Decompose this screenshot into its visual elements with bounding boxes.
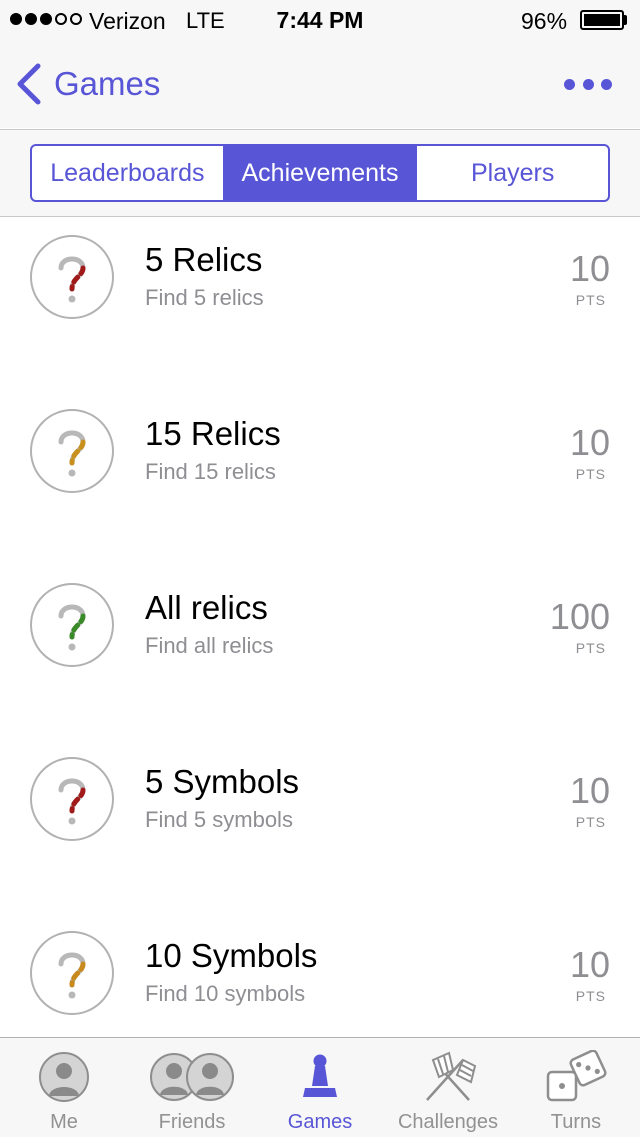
tab-label: Games	[287, 1111, 353, 1133]
question-mark-icon	[58, 256, 86, 303]
achievement-row[interactable]: 15 Relics Find 15 relics 10 PTS	[0, 391, 640, 565]
tab-label: Friends	[158, 1111, 226, 1133]
achievement-points-unit: PTS	[575, 466, 606, 482]
achievement-description: Find 5 symbols	[145, 807, 293, 832]
achievement-badge-icon	[30, 235, 114, 319]
tab-challenges[interactable]: Challenges	[384, 1038, 512, 1137]
tab-label: Turns	[550, 1111, 602, 1133]
battery-tip	[624, 15, 627, 25]
chevron-left-icon	[12, 60, 52, 108]
achievement-points: 10	[569, 248, 610, 289]
ellipsis-icon	[582, 78, 594, 90]
achievement-badge-icon	[30, 409, 114, 493]
achievement-points-unit: PTS	[575, 988, 606, 1004]
segmented-control: Leaderboards Achievements Players	[30, 144, 610, 202]
ellipsis-icon	[564, 78, 575, 90]
segmented-control-bar: Leaderboards Achievements Players	[0, 129, 640, 217]
question-mark-icon	[58, 952, 86, 999]
question-mark-icon	[58, 430, 86, 477]
achievement-points: 10	[569, 944, 610, 985]
achievement-description: Find all relics	[145, 633, 274, 658]
tab-turns[interactable]: Turns	[512, 1038, 640, 1137]
achievement-points: 10	[569, 422, 610, 463]
achievement-points-unit: PTS	[575, 814, 606, 830]
segment-achievements[interactable]: Achievements	[222, 146, 416, 200]
people-icon	[128, 1050, 256, 1104]
person-icon	[0, 1050, 128, 1104]
question-mark-icon	[58, 778, 86, 825]
segment-players[interactable]: Players	[415, 146, 608, 200]
achievement-points: 10	[569, 770, 610, 811]
achievement-description: Find 15 relics	[145, 459, 276, 484]
achievement-points: 100	[549, 596, 610, 637]
achievement-title: 10 Symbols	[145, 937, 318, 974]
battery-percent: 96%	[521, 8, 568, 34]
battery-icon	[580, 10, 624, 30]
achievements-list: 5 Relics Find 5 relics 10 PTS 15 Relics …	[0, 217, 640, 1037]
more-options-button[interactable]	[564, 74, 612, 94]
ellipsis-icon	[601, 78, 612, 90]
tab-games[interactable]: Games	[256, 1038, 384, 1137]
tab-bar: Me Friends Games Challenges Turns	[0, 1037, 640, 1137]
tab-label: Challenges	[397, 1111, 499, 1133]
segment-leaderboards[interactable]: Leaderboards	[32, 146, 223, 200]
achievement-title: 5 Relics	[145, 241, 263, 278]
achievement-title: 15 Relics	[145, 415, 281, 452]
achievement-badge-icon	[30, 583, 114, 667]
question-mark-icon	[58, 604, 86, 651]
achievement-badge-icon	[30, 931, 114, 1015]
achievement-description: Find 5 relics	[145, 285, 264, 310]
dice-icon	[512, 1050, 640, 1104]
tab-friends[interactable]: Friends	[128, 1038, 256, 1137]
status-bar: Verizon LTE 7:44 PM 96%	[0, 0, 640, 40]
achievement-points-unit: PTS	[575, 640, 606, 656]
back-button[interactable]: Games	[12, 60, 160, 108]
achievement-title: 5 Symbols	[145, 763, 300, 800]
back-button-label: Games	[54, 65, 161, 102]
achievement-row[interactable]: 10 Symbols Find 10 symbols 10 PTS	[0, 913, 640, 1037]
battery-level	[584, 14, 620, 26]
tab-me[interactable]: Me	[0, 1038, 128, 1137]
achievement-title: All relics	[145, 589, 268, 626]
navigation-bar: Games	[0, 40, 640, 128]
achievement-row[interactable]: 5 Symbols Find 5 symbols 10 PTS	[0, 739, 640, 913]
achievement-description: Find 10 symbols	[145, 981, 306, 1006]
achievement-row[interactable]: 5 Relics Find 5 relics 10 PTS	[0, 217, 640, 391]
achievement-points-unit: PTS	[575, 292, 606, 308]
game-piece-icon	[256, 1050, 384, 1104]
tab-label: Me	[50, 1111, 78, 1133]
achievement-badge-icon	[30, 757, 114, 841]
crossed-flags-icon	[384, 1050, 512, 1104]
achievement-row[interactable]: All relics Find all relics 100 PTS	[0, 565, 640, 739]
